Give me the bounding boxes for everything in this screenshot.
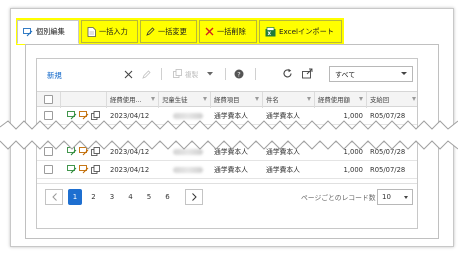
- new-button[interactable]: 新規: [47, 70, 62, 81]
- column-header[interactable]: 件名: [263, 92, 315, 108]
- page-number-button[interactable]: 4: [124, 189, 138, 205]
- pencil-icon: [146, 27, 155, 36]
- cell-date: 2023/04/12: [110, 166, 150, 174]
- tab-individual-edit-label: 個別編集: [36, 27, 65, 36]
- page-number-button[interactable]: 1: [68, 189, 82, 205]
- tab-bulk-change[interactable]: 一括変更: [140, 20, 197, 43]
- tab-individual-edit[interactable]: 個別編集: [17, 20, 79, 44]
- column-header[interactable]: 経費使用...: [107, 92, 159, 108]
- page-number-button[interactable]: 2: [87, 189, 101, 205]
- edit-window-icon[interactable]: [67, 165, 77, 174]
- copy-icon[interactable]: [91, 165, 100, 174]
- filter-icon[interactable]: [359, 97, 363, 101]
- close-icon: [124, 70, 132, 78]
- select-all-cell: [37, 92, 61, 108]
- refresh-button[interactable]: [281, 67, 293, 79]
- document-icon: [87, 26, 96, 37]
- cell-round: R05/07/28: [370, 166, 406, 174]
- page-size-label: ページごとのレコード数: [301, 194, 376, 202]
- chevron-right-icon: [191, 193, 197, 201]
- actions-header: [61, 92, 107, 108]
- select-all-checkbox[interactable]: [44, 95, 53, 104]
- duplicate-button[interactable]: 複製: [173, 67, 219, 80]
- help-button[interactable]: ?: [233, 68, 244, 79]
- chevron-down-icon: [207, 71, 214, 75]
- tab-bulk-input-label: 一括入力: [99, 26, 128, 36]
- column-header-label: 児童生徒: [162, 96, 188, 104]
- delete-x-icon: [205, 27, 214, 36]
- row-actions: [67, 165, 100, 174]
- toolbar-divider: [225, 68, 226, 80]
- chevron-down-icon: [404, 196, 408, 199]
- page-size-select[interactable]: 10: [377, 189, 413, 205]
- tab-bulk-delete-label: 一括削除: [217, 26, 246, 36]
- help-icon: ?: [234, 69, 243, 78]
- column-header-label: 経費使用...: [110, 96, 142, 104]
- column-header[interactable]: 支給回: [367, 92, 419, 108]
- edit-window-icon: [23, 27, 33, 36]
- next-page-button[interactable]: [185, 189, 203, 205]
- copy-icon: [173, 69, 182, 78]
- cancel-button[interactable]: [123, 69, 133, 79]
- duplicate-label: 複製: [185, 70, 199, 79]
- svg-text:?: ?: [237, 70, 240, 78]
- page-number-button[interactable]: 6: [161, 189, 175, 205]
- filter-icon[interactable]: [203, 97, 207, 101]
- table-row[interactable]: 2023/04/12 通学費本人 通学費本人 1,000 R05/07/28: [37, 161, 417, 179]
- prev-page-button[interactable]: [45, 189, 63, 205]
- column-header[interactable]: 経費使用額: [315, 92, 367, 108]
- column-header-label: 経費使用額: [318, 96, 350, 104]
- page-number-button[interactable]: 5: [142, 189, 156, 205]
- tab-bulk-change-label: 一括変更: [158, 26, 187, 36]
- page-number-button[interactable]: 3: [105, 189, 119, 205]
- edit-window-icon[interactable]: [79, 165, 89, 174]
- tab-bulk-delete[interactable]: 一括削除: [199, 20, 257, 43]
- column-header-label: 支給回: [370, 96, 390, 104]
- filter-icon[interactable]: [307, 97, 311, 101]
- column-header[interactable]: 経費項目: [211, 92, 263, 108]
- excel-import-icon: [265, 26, 276, 36]
- table-header: 経費使用... 児童生徒 経費項目 件名 経費使用額 支給回: [37, 91, 419, 108]
- tab-excel-import-label: Excelインポート: [279, 26, 334, 36]
- pagination: 123456 ページごとのレコード数 10: [37, 183, 417, 207]
- torn-edge-divider: [0, 120, 458, 150]
- tab-excel-import[interactable]: Excelインポート: [259, 20, 342, 43]
- cell-item: 通学費本人: [214, 166, 248, 174]
- refresh-icon: [283, 68, 292, 77]
- column-header-label: 経費項目: [214, 96, 240, 104]
- column-header-label: 件名: [266, 96, 279, 104]
- filter-icon[interactable]: [151, 97, 155, 101]
- export-icon: [301, 68, 312, 78]
- page-size-value: 10: [382, 193, 391, 201]
- cell-amount: 1,000: [343, 166, 363, 174]
- toolbar-divider: [161, 68, 162, 80]
- view-filter-value: すべて: [335, 71, 356, 79]
- chevron-down-icon: [401, 72, 407, 75]
- row-checkbox[interactable]: [44, 165, 53, 174]
- edit-button[interactable]: [141, 69, 151, 79]
- column-header[interactable]: 児童生徒: [159, 92, 211, 108]
- app-window: 個別編集 一括入力 一括変更 一括削除 Excelインポート 新規 複製 ? す…: [0, 0, 458, 255]
- export-button[interactable]: [301, 67, 313, 79]
- tab-bulk-input[interactable]: 一括入力: [81, 20, 138, 43]
- view-filter-select[interactable]: すべて: [329, 66, 413, 82]
- chevron-left-icon: [51, 193, 57, 201]
- filter-icon[interactable]: [412, 97, 416, 101]
- toolbar-divider: [255, 68, 256, 80]
- redacted-student-name: [173, 167, 203, 173]
- cell-subject: 通学費本人: [266, 166, 300, 174]
- pencil-icon: [141, 69, 151, 79]
- filter-icon[interactable]: [255, 97, 259, 101]
